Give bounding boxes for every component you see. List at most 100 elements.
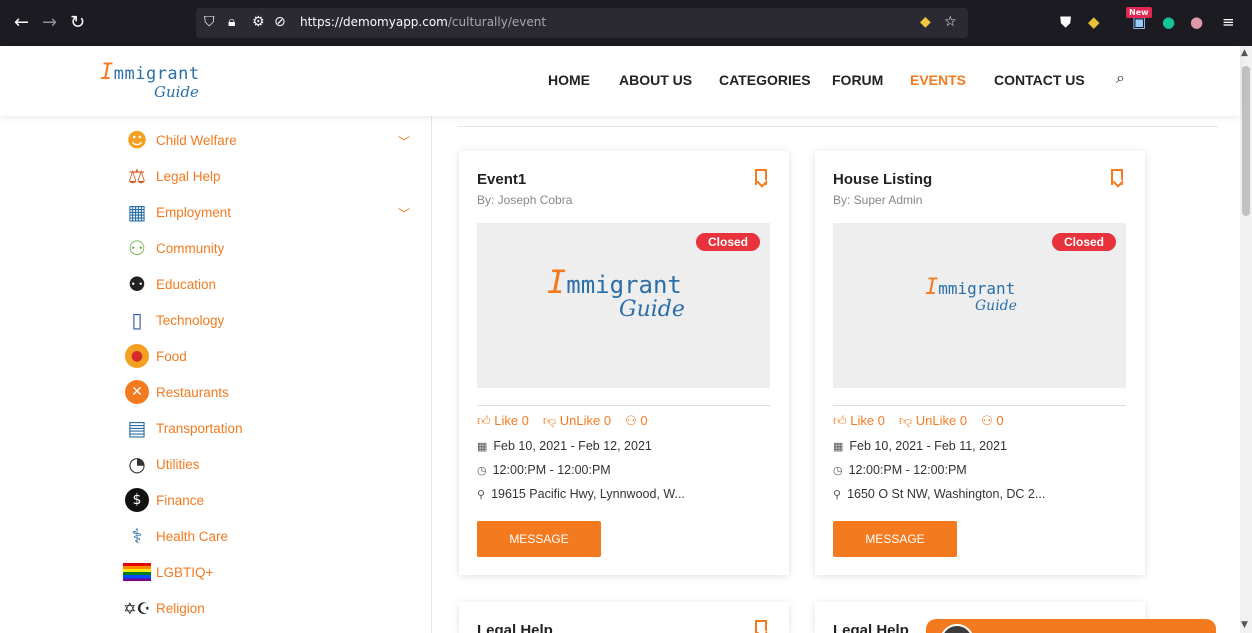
calendar-icon: ▦: [477, 441, 488, 453]
event-card[interactable]: Legal Help: [459, 602, 789, 633]
nav-categories[interactable]: CATEGORIES: [719, 72, 811, 88]
sidebar-item-employment[interactable]: ▦ Employment: [122, 197, 231, 227]
map-pin-icon: ⚲: [477, 489, 486, 501]
search-icon[interactable]: ⌕: [1116, 68, 1125, 88]
clock-icon: ◷: [477, 465, 487, 477]
pocket-icon[interactable]: ⛊: [1060, 13, 1071, 31]
sidebar-item-technology[interactable]: ▯ Technology: [122, 305, 224, 335]
people-icon: ⚇: [981, 413, 993, 428]
thumbs-up-icon: 👍︎: [477, 413, 491, 428]
event-title[interactable]: Legal Help: [477, 622, 553, 633]
nav-contact-us[interactable]: CONTACT US: [994, 72, 1085, 88]
bookmark-icon[interactable]: [755, 620, 767, 633]
new-badge: New: [1126, 7, 1152, 18]
restaurant-icon: ✕: [122, 378, 152, 406]
tracking-icon[interactable]: ⊘: [274, 14, 286, 30]
calendar-icon: ▦: [833, 441, 844, 453]
bus-icon: ▤: [127, 416, 147, 440]
sidebar-item-utilities[interactable]: ◔ Utilities: [122, 449, 199, 479]
bookmark-icon[interactable]: [755, 169, 767, 185]
employment-icon: ▦: [127, 200, 147, 224]
sidebar-item-child-welfare[interactable]: ☻ Child Welfare: [122, 125, 237, 155]
site-logo[interactable]: Immigrant Guide: [100, 60, 200, 101]
divider: [458, 126, 1218, 127]
event-address: ⚲ 19615 Pacific Hwy, Lynnwood, W...: [477, 487, 685, 501]
event-title[interactable]: House Listing: [833, 171, 932, 188]
menu-icon[interactable]: ≡: [1222, 13, 1235, 31]
thumbs-up-icon: 👍︎: [833, 413, 847, 428]
stethoscope-icon: ⚕: [131, 524, 143, 548]
grammarly-icon[interactable]: ●: [1162, 13, 1175, 31]
education-icon: ⚉: [128, 272, 146, 296]
sidebar-item-community[interactable]: ⚇ Community: [122, 233, 224, 263]
sidebar-item-restaurants[interactable]: ✕ Restaurants: [122, 377, 229, 407]
child-icon: ☻: [126, 128, 148, 152]
event-image[interactable]: Closed Immigrant Guide: [833, 223, 1126, 388]
nav-events[interactable]: EVENTS: [910, 72, 966, 88]
lock-icon[interactable]: 🔒︎: [228, 14, 235, 30]
unlike-button[interactable]: 👎︎ UnLike 0: [543, 413, 611, 429]
people-icon: ⚇: [625, 413, 637, 428]
event-title[interactable]: Event1: [477, 171, 526, 188]
message-button[interactable]: MESSAGE: [477, 521, 601, 557]
message-button[interactable]: MESSAGE: [833, 521, 957, 557]
scrollbar-thumb[interactable]: [1242, 66, 1250, 216]
unlike-button[interactable]: 👎︎ UnLike 0: [899, 413, 967, 429]
sidebar-item-finance[interactable]: $ Finance: [122, 485, 204, 515]
reload-icon[interactable]: ↻: [70, 12, 85, 33]
event-time: ◷ 12:00:PM - 12:00:PM: [477, 463, 611, 477]
chevron-down-icon[interactable]: ﹀: [398, 133, 410, 150]
event-time: ◷ 12:00:PM - 12:00:PM: [833, 463, 967, 477]
event-stats: 👍︎ Like 0 👎︎ UnLike 0 ⚇ 0: [477, 413, 648, 429]
site-header: Immigrant Guide HOME ABOUT US CATEGORIES…: [0, 46, 1240, 116]
event-image-logo: Immigrant Guide: [547, 263, 685, 322]
event-dates: ▦ Feb 10, 2021 - Feb 11, 2021: [833, 439, 1007, 453]
event-card[interactable]: Event1 By: Joseph Cobra Closed Immigrant…: [459, 151, 789, 575]
sidebar-item-food[interactable]: ● Food: [122, 341, 187, 371]
technology-icon: ▯: [131, 308, 143, 332]
address-bar[interactable]: ⛉ 🔒︎ ⚙ ⊘ https://demomyapp.com/culturall…: [196, 8, 968, 38]
sidebar-item-transportation[interactable]: ▤ Transportation: [122, 413, 243, 443]
like-button[interactable]: 👍︎ Like 0: [477, 413, 529, 429]
money-icon: $: [122, 486, 152, 514]
event-author: By: Joseph Cobra: [477, 193, 573, 207]
nav-about-us[interactable]: ABOUT US: [619, 72, 692, 88]
nav-home[interactable]: HOME: [548, 72, 590, 88]
shield-icon[interactable]: ⛉: [204, 14, 215, 30]
event-author: By: Super Admin: [833, 193, 923, 207]
browser-toolbar: ← → ↻ ⛉ 🔒︎ ⚙ ⊘ https://demomyapp.com/cul…: [0, 0, 1252, 46]
event-title[interactable]: Legal Help: [833, 622, 909, 633]
sidebar-item-legal-help[interactable]: ⚖ Legal Help: [122, 161, 221, 191]
forward-arrow-icon[interactable]: →: [42, 12, 57, 33]
status-badge: Closed: [1051, 233, 1116, 251]
divider: [833, 405, 1126, 406]
sidebar-item-education[interactable]: ⚉ Education: [122, 269, 216, 299]
bookmark-icon[interactable]: [1111, 169, 1123, 185]
extension-icon[interactable]: ◆: [1088, 13, 1100, 31]
map-pin-icon: ⚲: [833, 489, 842, 501]
back-arrow-icon[interactable]: ←: [14, 12, 29, 33]
event-card[interactable]: House Listing By: Super Admin Closed Imm…: [815, 151, 1145, 575]
category-sidebar: ☻ Child Welfare ﹀ ⚖ Legal Help ▦ Employm…: [104, 116, 432, 633]
sidebar-item-health-care[interactable]: ⚕ Health Care: [122, 521, 228, 551]
clock-icon: ◷: [833, 465, 843, 477]
permissions-icon[interactable]: ⚙: [252, 14, 265, 30]
url-text: https://demomyapp.com/culturally/event: [300, 15, 547, 29]
attendees-count: ⚇ 0: [625, 413, 648, 428]
scroll-up-arrow-icon[interactable]: ▲: [1241, 48, 1248, 58]
extension-icon[interactable]: ●: [1190, 13, 1203, 31]
thumbs-down-icon: 👎︎: [898, 413, 913, 428]
attendees-count: ⚇ 0: [981, 413, 1004, 428]
scroll-down-arrow-icon[interactable]: ▼: [1241, 620, 1248, 630]
event-image[interactable]: Closed Immigrant Guide: [477, 223, 770, 388]
chevron-down-icon[interactable]: ﹀: [398, 205, 410, 222]
sidebar-item-religion[interactable]: ✡☪ Religion: [122, 593, 205, 623]
like-button[interactable]: 👍︎ Like 0: [833, 413, 885, 429]
star-bookmark-icon[interactable]: ☆: [944, 14, 957, 30]
extension-icon[interactable]: ◆: [920, 14, 931, 30]
nav-forum[interactable]: FORUM: [832, 72, 883, 88]
event-address: ⚲ 1650 O St NW, Washington, DC 2...: [833, 487, 1046, 501]
sidebar-item-lgbtiq[interactable]: LGBTIQ+: [122, 557, 213, 587]
event-dates: ▦ Feb 10, 2021 - Feb 12, 2021: [477, 439, 652, 453]
gauge-icon: ◔: [128, 452, 146, 476]
